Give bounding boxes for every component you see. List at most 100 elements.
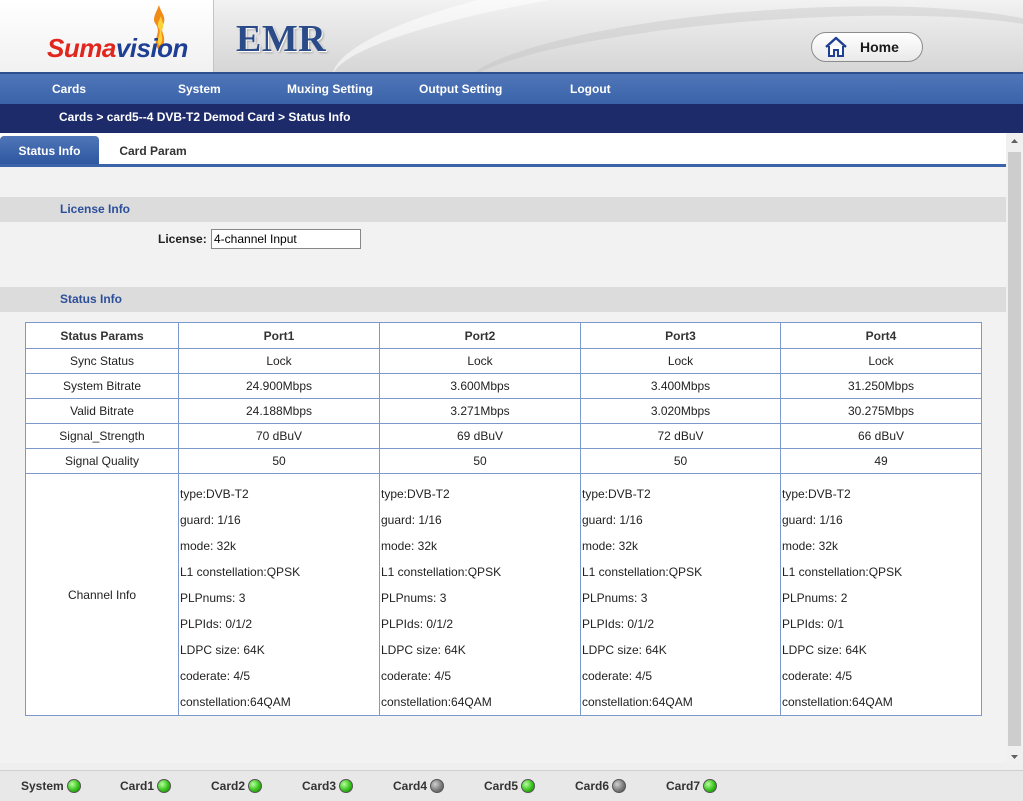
- channel-info-line: coderate: 4/5: [180, 669, 251, 683]
- channel-info-line: mode: 32k: [180, 539, 237, 553]
- content-area: License Info License: Status Info Status…: [0, 167, 1006, 763]
- status-indicator-icon: [157, 779, 172, 793]
- status-item-card7[interactable]: Card7: [666, 779, 718, 793]
- status-item-card4[interactable]: Card4: [393, 779, 445, 793]
- logo-part-suma: Suma: [47, 33, 116, 63]
- table-header-row: Status Params Port1 Port2 Port3 Port4: [25, 322, 982, 349]
- nav-item-logout[interactable]: Logout: [570, 82, 611, 96]
- channel-info-line: LDPC size: 64K: [381, 643, 466, 657]
- status-item-label: System: [21, 779, 64, 793]
- nav-item-output-setting[interactable]: Output Setting: [419, 82, 502, 96]
- param-name-cell: Signal_Strength: [25, 423, 179, 449]
- logo-part-vision: vision: [115, 33, 189, 63]
- channel-info-line: type:DVB-T2: [782, 487, 851, 501]
- param-name-cell: Valid Bitrate: [25, 398, 179, 424]
- header: Sumavision EMR Home: [0, 0, 1023, 72]
- table-header-cell: Port2: [379, 322, 581, 349]
- channel-info-line: constellation:64QAM: [582, 695, 693, 709]
- logo: Sumavision: [0, 0, 214, 72]
- channel-info-line: mode: 32k: [782, 539, 839, 553]
- status-table: Status Params Port1 Port2 Port3 Port4 Sy…: [25, 322, 982, 716]
- nav-item-cards[interactable]: Cards: [52, 82, 86, 96]
- channel-info-line: L1 constellation:QPSK: [782, 565, 903, 579]
- table-cell: 3.020Mbps: [580, 398, 781, 424]
- param-name-cell: Sync Status: [25, 348, 179, 374]
- status-item-card3[interactable]: Card3: [302, 779, 354, 793]
- tab-bar: Status Info Card Param: [0, 133, 1006, 167]
- house-icon: [825, 36, 847, 57]
- table-cell: 50: [580, 448, 781, 474]
- channel-info-cell: type:DVB-T2 guard: 1/16 mode: 32k L1 con…: [580, 473, 781, 716]
- breadcrumb: Cards > card5--4 DVB-T2 Demod Card > Sta…: [0, 104, 1023, 133]
- home-button[interactable]: Home: [811, 32, 923, 62]
- license-field[interactable]: [211, 229, 361, 249]
- status-item-card2[interactable]: Card2: [211, 779, 263, 793]
- status-item-card1[interactable]: Card1: [120, 779, 172, 793]
- table-header-cell: Port4: [780, 322, 982, 349]
- table-cell: 72 dBuV: [580, 423, 781, 449]
- table-cell: 69 dBuV: [379, 423, 581, 449]
- channel-info-line: LDPC size: 64K: [782, 643, 867, 657]
- table-cell: Lock: [580, 348, 781, 374]
- table-cell: 24.188Mbps: [178, 398, 380, 424]
- status-indicator-icon: [66, 779, 81, 793]
- param-name-cell: System Bitrate: [25, 373, 179, 399]
- nav-item-system[interactable]: System: [178, 82, 221, 96]
- scrollbar-thumb[interactable]: [1008, 152, 1021, 746]
- channel-info-line: PLPnums: 3: [381, 591, 447, 605]
- status-item-label: Card4: [393, 779, 428, 793]
- status-bar: System Card1 Card2 Card3 Card4 Card5 Car…: [0, 770, 1023, 801]
- status-indicator-icon: [339, 779, 354, 793]
- channel-info-line: LDPC size: 64K: [582, 643, 667, 657]
- channel-info-line: guard: 1/16: [782, 513, 843, 527]
- status-item-label: Card1: [120, 779, 155, 793]
- status-item-label: Card3: [302, 779, 337, 793]
- channel-info-line: PLPnums: 3: [180, 591, 246, 605]
- table-cell: 50: [379, 448, 581, 474]
- channel-info-line: L1 constellation:QPSK: [381, 565, 502, 579]
- status-indicator-icon: [703, 779, 718, 793]
- vertical-scrollbar[interactable]: [1006, 133, 1023, 765]
- channel-info-line: constellation:64QAM: [180, 695, 291, 709]
- table-row: Sync Status Lock Lock Lock Lock: [25, 348, 982, 374]
- main-nav: Cards System Muxing Setting Output Setti…: [0, 72, 1023, 104]
- license-section-title: License Info: [0, 197, 1006, 222]
- status-item-card5[interactable]: Card5: [484, 779, 536, 793]
- channel-info-line: type:DVB-T2: [180, 487, 249, 501]
- channel-info-line: guard: 1/16: [381, 513, 442, 527]
- table-cell: 24.900Mbps: [178, 373, 380, 399]
- channel-info-line: guard: 1/16: [582, 513, 643, 527]
- status-item-label: Card6: [575, 779, 610, 793]
- status-item-system[interactable]: System: [21, 779, 81, 793]
- tab-status-info[interactable]: Status Info: [0, 136, 99, 164]
- table-cell: Lock: [178, 348, 380, 374]
- scroll-down-arrow-icon[interactable]: [1006, 748, 1023, 765]
- logo-wordmark: Sumavision: [47, 33, 188, 64]
- table-header-cell: Status Params: [25, 322, 179, 349]
- status-item-label: Card2: [211, 779, 246, 793]
- table-cell: 70 dBuV: [178, 423, 380, 449]
- table-row: Valid Bitrate 24.188Mbps 3.271Mbps 3.020…: [25, 398, 982, 424]
- channel-info-line: mode: 32k: [582, 539, 639, 553]
- table-cell: 3.400Mbps: [580, 373, 781, 399]
- channel-info-line: L1 constellation:QPSK: [582, 565, 703, 579]
- param-name-cell: Signal Quality: [25, 448, 179, 474]
- table-cell: Lock: [780, 348, 982, 374]
- channel-info-line: PLPIds: 0/1: [782, 617, 845, 631]
- table-cell: 3.600Mbps: [379, 373, 581, 399]
- channel-info-line: type:DVB-T2: [381, 487, 450, 501]
- table-cell: Lock: [379, 348, 581, 374]
- tab-card-param[interactable]: Card Param: [99, 136, 207, 164]
- nav-item-muxing-setting[interactable]: Muxing Setting: [287, 82, 373, 96]
- table-cell: 50: [178, 448, 380, 474]
- table-header-cell: Port1: [178, 322, 380, 349]
- license-label: License:: [158, 232, 207, 246]
- scroll-up-arrow-icon[interactable]: [1006, 133, 1023, 150]
- channel-info-line: PLPnums: 3: [582, 591, 648, 605]
- channel-info-cell: type:DVB-T2 guard: 1/16 mode: 32k L1 con…: [780, 473, 982, 716]
- channel-info-line: guard: 1/16: [180, 513, 241, 527]
- status-item-label: Card5: [484, 779, 519, 793]
- table-row: Signal_Strength 70 dBuV 69 dBuV 72 dBuV …: [25, 423, 982, 449]
- status-item-card6[interactable]: Card6: [575, 779, 627, 793]
- channel-info-line: constellation:64QAM: [782, 695, 893, 709]
